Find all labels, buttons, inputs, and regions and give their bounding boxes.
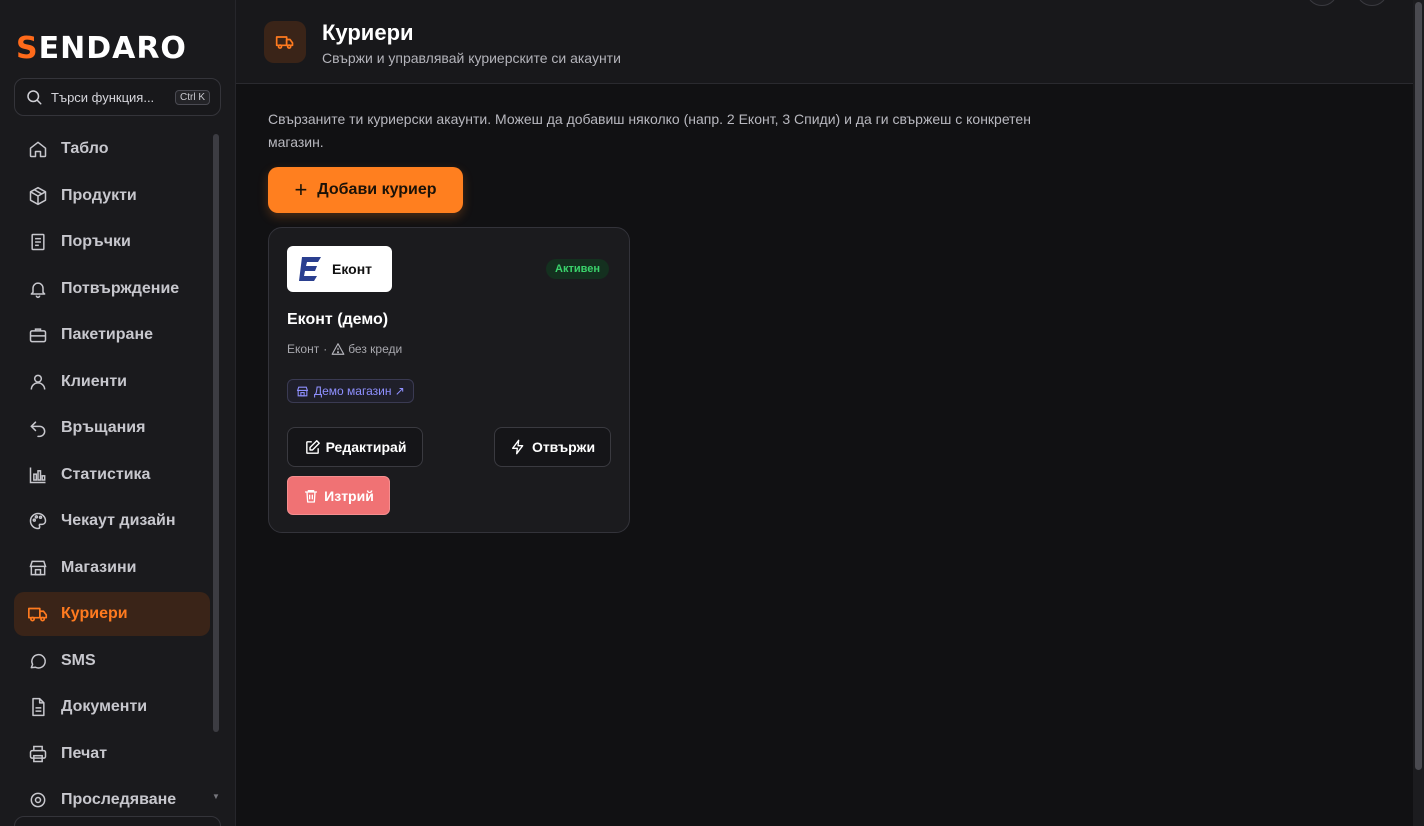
user-icon <box>27 371 49 393</box>
courier-warning: без креди <box>348 342 403 356</box>
sidebar-item-print[interactable]: Печат <box>14 732 210 776</box>
courier-carrier: Еконт <box>287 342 320 356</box>
sidebar-scrollbar[interactable] <box>213 134 219 732</box>
edit-label: Редактирай <box>325 439 407 455</box>
lightning-icon <box>510 439 527 456</box>
courier-name: Еконт (демо) <box>287 311 389 328</box>
sidebar-item-label: Поръчки <box>61 233 131 250</box>
sidebar-item-label: Продукти <box>61 186 137 204</box>
sidebar-item-label: Куриери <box>61 605 128 622</box>
sidebar-item-checkout-design[interactable]: Чекаут дизайн <box>14 499 210 543</box>
sidebar-item-clients[interactable]: Клиенти <box>14 360 210 404</box>
sidebar-item-returns[interactable]: Връщания <box>14 406 210 450</box>
page-subtitle: Свържи и управлявай куриерските си акаун… <box>322 50 621 66</box>
store-link[interactable]: Демо магазин ↗ <box>287 379 414 403</box>
home-icon <box>27 138 49 160</box>
box-icon <box>27 185 49 207</box>
message-icon <box>27 650 49 672</box>
undo-icon <box>27 417 49 439</box>
sidebar-item-products[interactable]: Продукти <box>14 174 210 218</box>
add-courier-label: Добави куриер <box>317 181 437 198</box>
sidebar-nav-viewport: Табло Продукти Поръчки Потвърждение Паке… <box>0 127 236 810</box>
econt-logo-text: Еконт <box>332 261 373 277</box>
store-link-label: Демо магазин ↗ <box>314 384 405 398</box>
sidebar-nav: Табло Продукти Поръчки Потвърждение Паке… <box>14 127 210 810</box>
page-scrollbar-thumb[interactable] <box>1415 2 1422 770</box>
unlink-label: Отвържи <box>531 439 596 455</box>
scroll-down-arrow-icon[interactable]: ▼ <box>212 792 220 801</box>
page-scrollbar[interactable] <box>1413 0 1424 826</box>
page-header: Куриери Свържи и управлявай куриерските … <box>236 0 1413 84</box>
edit-button[interactable]: Редактирай <box>287 427 423 467</box>
brand-logo[interactable]: S ENDARO <box>16 30 187 66</box>
courier-card: Еконт Активен Еконт (демо) Еконт · без к… <box>268 227 630 533</box>
briefcase-icon <box>27 324 49 346</box>
sidebar-item-label: Клиенти <box>61 372 127 390</box>
sidebar-item-stores[interactable]: Магазини <box>14 546 210 590</box>
sidebar-item-label: Статистика <box>61 465 151 483</box>
bar-chart-icon <box>27 464 49 486</box>
search-placeholder: Търси функция... <box>51 89 155 105</box>
sidebar-item-label: Табло <box>61 140 109 157</box>
intro-text: Свързаните ти куриерски акаунти. Можеш д… <box>268 111 1031 150</box>
truck-icon <box>264 21 306 63</box>
sidebar-item-label: Документи <box>61 698 148 715</box>
sidebar-item-label: Връщания <box>61 419 146 436</box>
store-icon <box>296 385 309 398</box>
sidebar-footer <box>14 816 221 826</box>
search-shortcut: Ctrl K <box>175 89 210 105</box>
sidebar-item-sms[interactable]: SMS <box>14 639 210 683</box>
add-courier-button[interactable]: + Добави куриер <box>268 167 463 213</box>
header-profile-button[interactable] <box>1356 0 1388 6</box>
printer-icon <box>27 743 49 765</box>
sidebar-item-label: Чекаут дизайн <box>61 512 176 529</box>
unlink-button[interactable]: Отвържи <box>494 427 611 467</box>
sidebar-item-label: Магазини <box>61 558 137 576</box>
sidebar-item-label: Проследяване <box>61 791 177 808</box>
sidebar-item-tracking[interactable]: Проследяване <box>14 778 210 810</box>
logo-text: ENDARO <box>38 30 187 66</box>
receipt-icon <box>27 231 49 253</box>
delete-label: Изтрий <box>324 487 374 504</box>
sidebar-item-orders[interactable]: Поръчки <box>14 220 210 264</box>
search-input[interactable]: Търси функция... Ctrl K <box>14 78 221 116</box>
page-title: Куриери <box>322 20 414 45</box>
plus-icon: + <box>294 177 308 202</box>
header-action-button[interactable] <box>1306 0 1338 6</box>
sidebar-item-label: Потвърждение <box>61 279 180 297</box>
sidebar-item-documents[interactable]: Документи <box>14 685 210 729</box>
status-badge: Активен <box>546 259 609 279</box>
sidebar-item-confirmation[interactable]: Потвърждение <box>14 267 210 311</box>
logo-letter: S <box>16 30 39 66</box>
sidebar: S ENDARO Търси функция... Ctrl K Табло Пр… <box>0 0 236 826</box>
warning-icon <box>331 342 345 356</box>
document-icon <box>27 696 49 718</box>
sidebar-item-dashboard[interactable]: Табло <box>14 127 210 171</box>
meta-separator: · <box>323 342 328 356</box>
edit-icon <box>304 439 321 456</box>
sidebar-item-label: Пакетиране <box>61 326 153 343</box>
store-icon <box>27 557 49 579</box>
location-icon <box>27 789 49 810</box>
econt-logo-icon <box>296 254 324 284</box>
courier-meta: Еконт · без креди <box>287 342 402 356</box>
palette-icon <box>27 510 49 532</box>
trash-icon <box>303 488 319 504</box>
sidebar-item-couriers[interactable]: Куриери <box>14 592 210 636</box>
sidebar-item-label: Печат <box>61 744 108 762</box>
sidebar-item-label: SMS <box>61 651 96 669</box>
delete-button[interactable]: Изтрий <box>287 476 390 515</box>
app-root: S ENDARO Търси функция... Ctrl K Табло Пр… <box>0 0 1424 826</box>
bell-icon <box>27 278 49 300</box>
econt-logo: Еконт <box>287 246 392 292</box>
search-icon <box>25 88 43 106</box>
sidebar-item-packing[interactable]: Пакетиране <box>14 313 210 357</box>
sidebar-item-statistics[interactable]: Статистика <box>14 453 210 497</box>
truck-icon <box>27 603 49 625</box>
